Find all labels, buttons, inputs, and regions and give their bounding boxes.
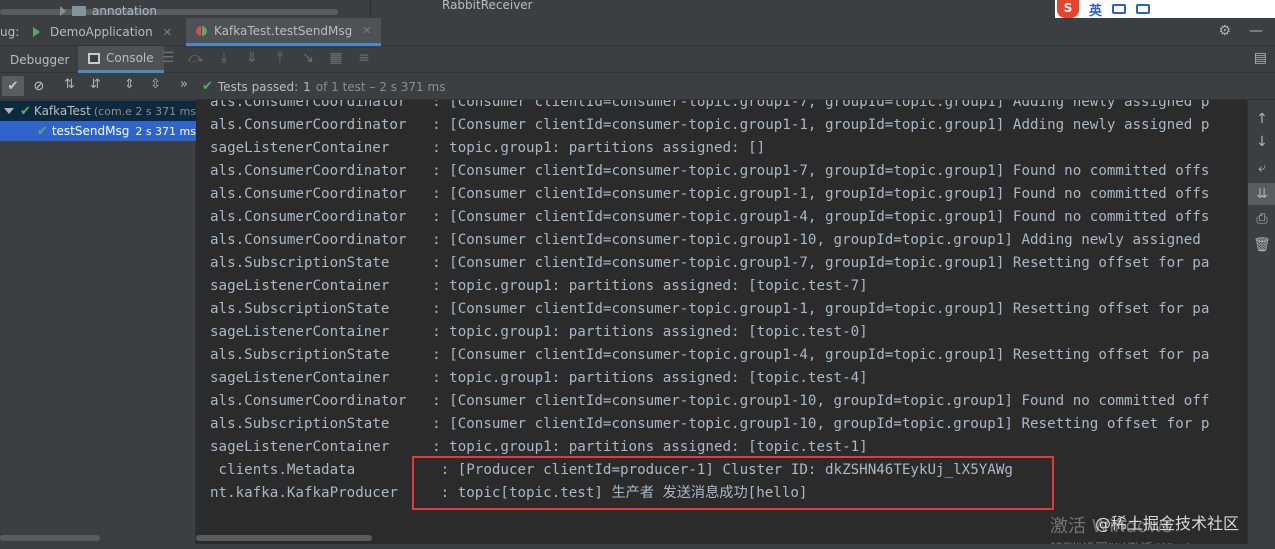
tree-item-meta: 2 s 371 ms — [135, 124, 196, 138]
minimize-icon[interactable]: — — [1249, 23, 1263, 39]
ime-mode-label[interactable]: 英 — [1089, 0, 1102, 19]
force-step-into-icon[interactable]: ⇓ — [244, 50, 260, 66]
folder-icon — [72, 6, 86, 16]
brand-watermark: @稀土掘金技术社区 — [1095, 514, 1240, 533]
editor-tab-label[interactable]: RabbitReceiver — [442, 0, 533, 12]
run-config-icon — [32, 26, 44, 38]
trace-icon[interactable]: ≡ — [356, 50, 372, 66]
debug-label: ug: — [0, 25, 20, 39]
log-line: sageListenerContainer : topic.group1: pa… — [210, 439, 868, 455]
show-ignored-icon[interactable]: ⊘ — [28, 76, 50, 96]
passed-check-icon: ✔ — [36, 123, 48, 139]
toolbox-icon[interactable] — [1136, 4, 1151, 14]
status-label: Tests passed: — [217, 79, 299, 94]
keyboard-icon[interactable] — [1112, 4, 1127, 14]
passed-check-icon: ✔ — [202, 79, 213, 94]
log-line: als.ConsumerCoordinator : [Consumer clie… — [210, 163, 1210, 179]
console-scrollbar[interactable] — [196, 535, 372, 541]
tab-console[interactable]: Console — [78, 46, 164, 73]
divider — [370, 0, 371, 18]
debug-tab-actions: ⚙ — — [1218, 23, 1263, 39]
system-tray: S 英 — [1055, 0, 1275, 18]
run-to-cursor-icon[interactable]: ↘ — [300, 50, 316, 66]
bottom-bar — [0, 544, 1275, 549]
log-line: sageListenerContainer : topic.group1: pa… — [210, 278, 868, 294]
tree-scrollbar[interactable] — [0, 535, 100, 541]
tree-item-test-send-msg[interactable]: ✔ testSendMsg 2 s 371 ms — [0, 121, 196, 141]
log-line: sageListenerContainer : topic.group1: pa… — [210, 140, 766, 156]
status-count: 1 — [303, 79, 311, 94]
log-line: als.ConsumerCoordinator : [Consumer clie… — [210, 232, 1201, 248]
console-icon — [88, 52, 100, 64]
trash-icon[interactable]: 🗑 — [1248, 234, 1275, 256]
tree-item-label: testSendMsg — [51, 124, 130, 138]
menu-icon[interactable]: ☰ — [160, 50, 176, 66]
sort-alpha-icon[interactable]: ⇅ — [64, 77, 75, 92]
test-config-icon — [196, 25, 208, 37]
layout-icon[interactable]: ▤ — [1254, 50, 1267, 66]
up-arrow-icon[interactable]: ↑ — [1248, 108, 1275, 130]
project-scrollbar[interactable] — [0, 9, 338, 15]
status-detail: of 1 test – 2 s 371 ms — [315, 79, 446, 94]
close-icon[interactable]: ✕ — [362, 24, 371, 37]
down-arrow-icon[interactable]: ↓ — [1248, 131, 1275, 153]
step-toolbar: ☰ ⤼ ⤓ ⇓ ⤒ ↘ ▦ ≡ — [160, 50, 372, 66]
log-line: als.ConsumerCoordinator : [Consumer clie… — [210, 100, 1210, 110]
test-status: ✔ Tests passed: 1 of 1 test – 2 s 371 ms — [202, 79, 445, 94]
console-log: als.ConsumerCoordinator : [Consumer clie… — [210, 100, 1209, 505]
passed-check-icon: ✔ — [20, 103, 31, 119]
debug-tab-bar: ug: DemoApplication ✕ KafkaTest.testSend… — [0, 18, 1275, 46]
tab-label: DemoApplication — [50, 25, 153, 39]
test-tree: ✔ KafkaTest (com.e 2 s 371 ms ✔ testSend… — [0, 100, 196, 549]
tree-item-label: KafkaTest — [33, 104, 91, 118]
tab-kafka-test[interactable]: KafkaTest.testSendMsg ✕ — [186, 18, 382, 46]
close-icon[interactable]: ✕ — [163, 26, 172, 39]
evaluate-icon[interactable]: ▦ — [328, 50, 344, 66]
soft-wrap-icon[interactable]: ⤶ — [1248, 157, 1275, 179]
step-over-icon[interactable]: ⤼ — [188, 50, 204, 66]
tab-demo-application[interactable]: DemoApplication ✕ — [22, 18, 182, 46]
test-runner-bar: ✔ ⊘ ⇅ ⇵ ⇕ ⇳ » ✔ Tests passed: 1 of 1 tes… — [0, 73, 1275, 100]
step-out-icon[interactable]: ⤒ — [272, 50, 288, 66]
log-line: sageListenerContainer : topic.group1: pa… — [210, 370, 868, 386]
tab-debugger-label: Debugger — [10, 52, 70, 67]
console-output[interactable]: als.ConsumerCoordinator : [Consumer clie… — [196, 100, 1247, 549]
log-line: als.SubscriptionState : [Consumer client… — [210, 416, 1210, 432]
debug-toolbar: Debugger Console ☰ ⤼ ⤓ ⇓ ⤒ ↘ ▦ ≡ ▤ — [0, 46, 1275, 73]
log-line: als.ConsumerCoordinator : [Consumer clie… — [210, 117, 1210, 133]
project-tree-item[interactable]: annotation — [60, 2, 157, 18]
log-line: als.ConsumerCoordinator : [Consumer clie… — [210, 186, 1210, 202]
tree-item-kafka-test[interactable]: ✔ KafkaTest (com.e 2 s 371 ms — [0, 101, 196, 121]
log-line: als.SubscriptionState : [Consumer client… — [210, 301, 1210, 317]
scroll-to-end-icon[interactable]: ⇊ — [1248, 183, 1275, 205]
step-into-icon[interactable]: ⤓ — [216, 50, 232, 66]
log-line: als.SubscriptionState : [Consumer client… — [210, 347, 1210, 363]
sort-duration-icon[interactable]: ⇵ — [90, 77, 101, 92]
collapse-arrow-icon[interactable] — [4, 108, 14, 114]
expand-arrow-icon[interactable] — [60, 6, 66, 16]
print-icon[interactable]: ⎙ — [1248, 208, 1275, 230]
more-icon[interactable]: » — [180, 77, 188, 92]
tab-label: KafkaTest.testSendMsg — [214, 23, 353, 38]
collapse-all-icon[interactable]: ⇳ — [150, 77, 161, 92]
console-side-toolbar: ↑ ↓ ⤶ ⇊ ⎙ 🗑 — [1247, 100, 1275, 549]
top-strip: annotation RabbitReceiver S 英 — [0, 0, 1275, 18]
expand-all-icon[interactable]: ⇕ — [124, 77, 135, 92]
ime-logo-icon[interactable]: S — [1057, 0, 1079, 18]
tab-console-label: Console — [106, 51, 154, 65]
show-passed-icon[interactable]: ✔ — [2, 76, 24, 96]
gear-icon[interactable]: ⚙ — [1218, 23, 1231, 39]
highlight-box — [412, 456, 1054, 510]
tree-item-meta: (com.e 2 s 371 ms — [93, 104, 196, 118]
tab-debugger[interactable]: Debugger — [0, 46, 79, 73]
log-line: sageListenerContainer : topic.group1: pa… — [210, 324, 868, 340]
log-line: als.ConsumerCoordinator : [Consumer clie… — [210, 209, 1210, 225]
log-line: als.SubscriptionState : [Consumer client… — [210, 255, 1210, 271]
log-line: als.ConsumerCoordinator : [Consumer clie… — [210, 393, 1210, 409]
project-tree-item-label: annotation — [92, 4, 157, 18]
